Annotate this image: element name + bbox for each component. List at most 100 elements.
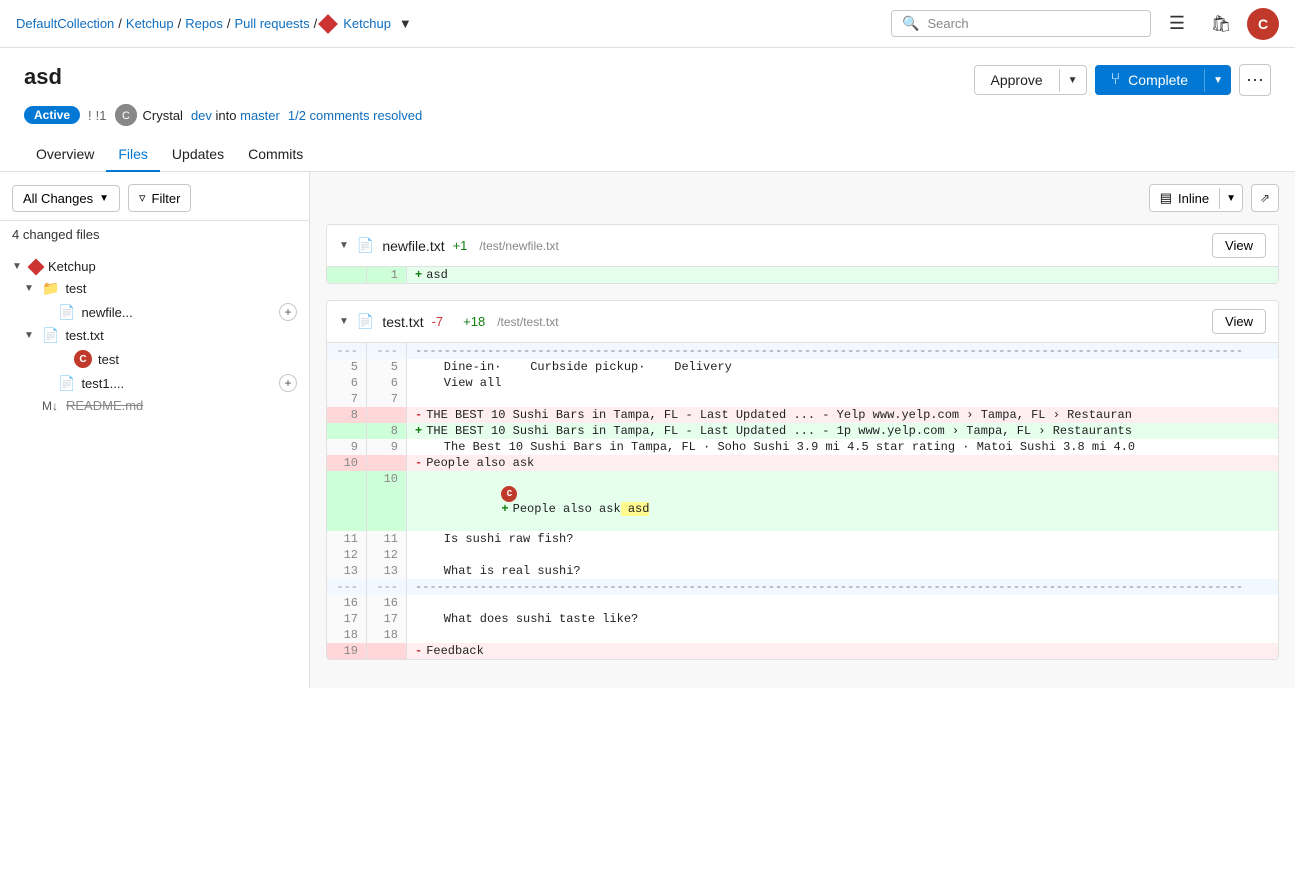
search-placeholder: Search	[927, 16, 968, 31]
tree-item-readme[interactable]: ▼ M↓ README.md	[0, 395, 309, 416]
diff-add-count-2: +18	[463, 314, 485, 329]
line-num-left	[327, 267, 367, 283]
page-header: asd Approve ▼ ⑂ Complete ▼ ⋯	[0, 48, 1295, 96]
pr-meta: Active ! !1 C Crystal dev into master 1/…	[0, 96, 1295, 126]
diff-card-header-newfile: ▼ 📄 newfile.txt +1 /test/newfile.txt Vie…	[327, 225, 1278, 267]
tree-item-ketchup[interactable]: ▼ Ketchup	[0, 256, 309, 277]
changed-files-count: 4 changed files	[0, 221, 309, 248]
tabs-bar: Overview Files Updates Commits	[0, 126, 1295, 172]
diff-line-9: 9 9 The Best 10 Sushi Bars in Tampa, FL …	[327, 439, 1278, 455]
vote-count: !1	[96, 108, 107, 123]
diff-line-10-add: 10 C +People also ask asd	[327, 471, 1278, 531]
diff-toolbar: ▤ Inline ▼ ⇗	[326, 184, 1279, 212]
diff-path-2: /test/test.txt	[497, 315, 558, 329]
more-options-button[interactable]: ⋯	[1239, 64, 1271, 96]
view-button[interactable]: View	[1212, 233, 1266, 258]
comments-resolved[interactable]: 1/2 comments resolved	[288, 108, 422, 123]
tree-item-newfile[interactable]: ▼ 📄 newfile... +	[0, 300, 309, 324]
exclamation-icon: !	[88, 108, 92, 123]
branch-to[interactable]: master	[240, 108, 280, 123]
diff-line-8-add: 8 +THE BEST 10 Sushi Bars in Tampa, FL -…	[327, 423, 1278, 439]
tree-item-test-txt[interactable]: ▼ 📄 test.txt	[0, 324, 309, 347]
all-changes-label: All Changes	[23, 191, 93, 206]
folder-icon: 📁	[42, 280, 59, 297]
expand-button[interactable]: ⇗	[1251, 184, 1279, 212]
tree-item-test-folder[interactable]: ▼ 📁 test	[0, 277, 309, 300]
collapse-button[interactable]: ▼	[339, 240, 349, 251]
breadcrumb-defaultcollection[interactable]: DefaultCollection	[16, 16, 114, 31]
pr-author: C Crystal	[115, 104, 183, 126]
diff-line-16: 16 16	[327, 595, 1278, 611]
pr-actions: Approve ▼ ⑂ Complete ▼ ⋯	[974, 64, 1272, 96]
add-comment-button-2[interactable]: +	[279, 374, 297, 392]
repo-diamond-icon	[318, 14, 338, 34]
inline-icon: ▤	[1160, 190, 1172, 206]
tab-updates[interactable]: Updates	[160, 138, 236, 172]
diff-filename-2: test.txt	[382, 314, 423, 330]
collapse-icon-2: ▼	[24, 330, 36, 341]
broken-file-icon: 📄	[58, 375, 75, 392]
tree-test1-label: test1....	[81, 376, 273, 391]
diff-file-icon: 📄	[357, 237, 374, 254]
file-icon: 📄	[58, 304, 75, 321]
diff-add-count: +1	[453, 238, 468, 253]
repo-diamond-icon	[28, 258, 45, 275]
tree-item-test1[interactable]: ▼ 📄 test1.... +	[0, 371, 309, 395]
collapse-icon: ▼	[12, 261, 24, 272]
diff-line-6: 6 6 View all	[327, 375, 1278, 391]
breadcrumb-pull-requests[interactable]: Pull requests	[234, 16, 309, 31]
readme-prefix: M↓	[42, 399, 58, 413]
all-changes-button[interactable]: All Changes ▼	[12, 185, 120, 212]
complete-button[interactable]: ⑂ Complete	[1095, 65, 1205, 95]
filter-button[interactable]: ▿ Filter	[128, 184, 191, 212]
author-name: Crystal	[143, 108, 183, 123]
all-changes-chevron: ▼	[99, 193, 109, 204]
approve-button[interactable]: Approve	[975, 66, 1059, 94]
comment-badge: C	[74, 350, 92, 368]
breadcrumb-ketchup[interactable]: Ketchup	[126, 16, 174, 31]
complete-button-group: ⑂ Complete ▼	[1095, 65, 1231, 95]
author-avatar-img: C	[115, 104, 137, 126]
inline-comment-badge: C	[501, 486, 517, 502]
breadcrumb: DefaultCollection / Ketchup / Repos / Pu…	[16, 16, 883, 31]
diff-card-testtxt: ▼ 📄 test.txt -7 +18 /test/test.txt View …	[326, 300, 1279, 660]
diff-line-8-del: 8 -THE BEST 10 Sushi Bars in Tampa, FL -…	[327, 407, 1278, 423]
tree-item-test-comment[interactable]: ▼ C test	[0, 347, 309, 371]
tree-newfile-label: newfile...	[81, 305, 273, 320]
tab-commits[interactable]: Commits	[236, 138, 315, 172]
breadcrumb-chevron[interactable]: ▼	[399, 16, 412, 31]
diff-line: 1 +asd	[327, 267, 1278, 283]
breadcrumb-ketchup-repo[interactable]: Ketchup	[343, 16, 391, 31]
diff-content-testtxt: --- --- --------------------------------…	[327, 343, 1278, 659]
complete-label: Complete	[1128, 72, 1188, 88]
diff-del-count: -7	[432, 314, 444, 329]
complete-chevron[interactable]: ▼	[1204, 69, 1231, 92]
shopping-icon-btn[interactable]: 🛍	[1203, 6, 1239, 42]
inline-button[interactable]: ▤ Inline	[1150, 185, 1219, 211]
diff-card-header-testtxt: ▼ 📄 test.txt -7 +18 /test/test.txt View	[327, 301, 1278, 343]
branch-from[interactable]: dev	[191, 108, 212, 123]
inline-chevron[interactable]: ▼	[1219, 188, 1242, 209]
list-icon-btn[interactable]: ☰	[1159, 6, 1195, 42]
tab-files[interactable]: Files	[106, 138, 160, 172]
main-content: All Changes ▼ ▿ Filter 4 changed files ▼…	[0, 172, 1295, 688]
view-button-2[interactable]: View	[1212, 309, 1266, 334]
approve-chevron[interactable]: ▼	[1059, 69, 1086, 92]
tab-overview[interactable]: Overview	[24, 138, 106, 172]
collapse-button-2[interactable]: ▼	[339, 316, 349, 327]
diff-line-19-del: 19 -Feedback	[327, 643, 1278, 659]
search-box[interactable]: 🔍 Search	[891, 10, 1151, 37]
tree-ketchup-label: Ketchup	[48, 259, 297, 274]
diff-card-newfile: ▼ 📄 newfile.txt +1 /test/newfile.txt Vie…	[326, 224, 1279, 284]
add-comment-button[interactable]: +	[279, 303, 297, 321]
folder-collapse-icon: ▼	[24, 283, 36, 294]
tree-test-folder-label: test	[65, 281, 297, 296]
breadcrumb-repos[interactable]: Repos	[185, 16, 223, 31]
svg-text:C: C	[122, 110, 130, 122]
sidebar: All Changes ▼ ▿ Filter 4 changed files ▼…	[0, 172, 310, 688]
diff-content-newfile: 1 +asd	[327, 267, 1278, 283]
search-icon: 🔍	[902, 15, 919, 32]
sidebar-toolbar: All Changes ▼ ▿ Filter	[0, 184, 309, 221]
user-avatar[interactable]: C	[1247, 8, 1279, 40]
diff-line-18: 18 18	[327, 627, 1278, 643]
